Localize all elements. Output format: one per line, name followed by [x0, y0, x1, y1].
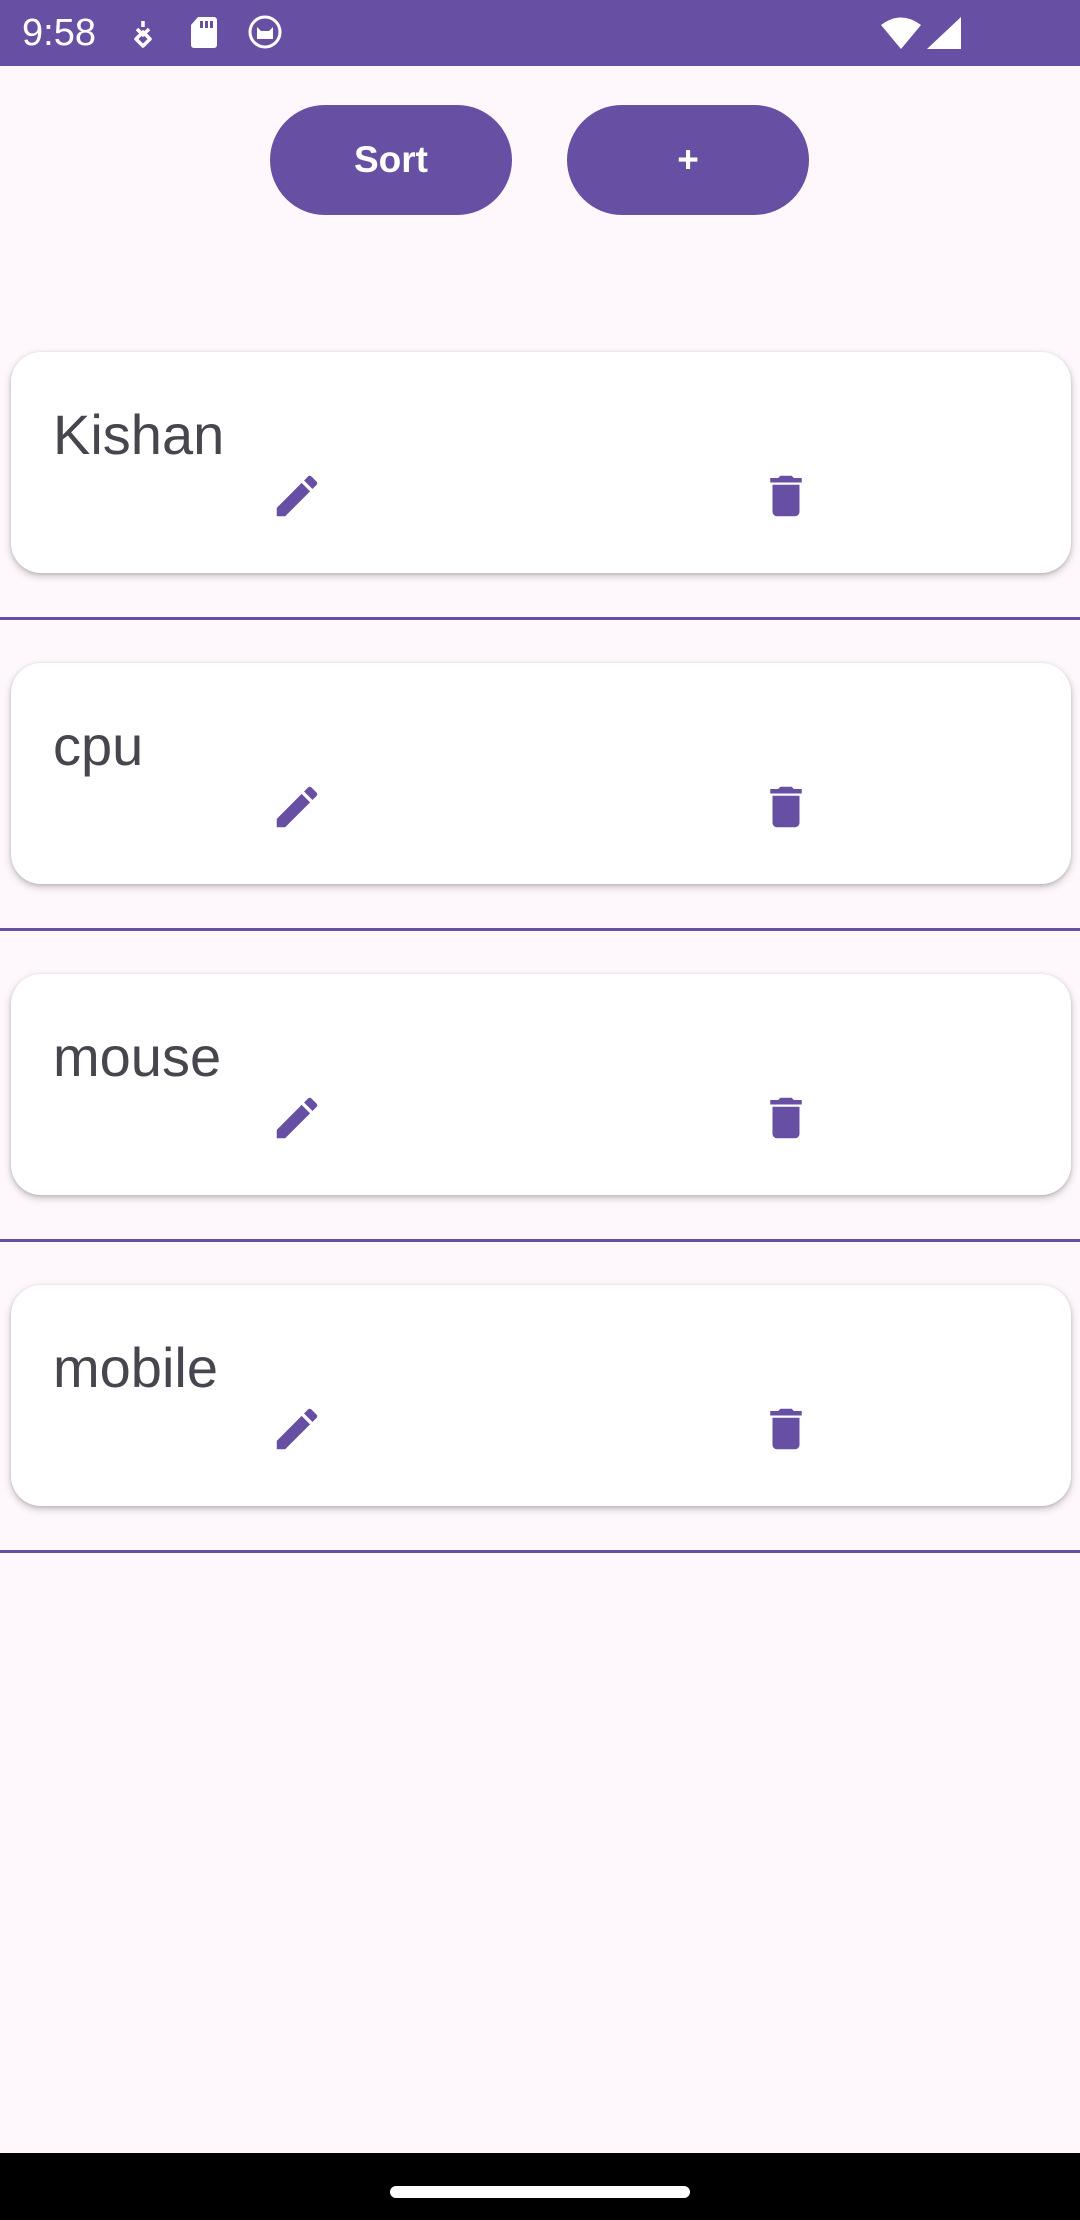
delete-icon[interactable] [754, 464, 818, 528]
gesture-icon [128, 17, 158, 54]
status-time: 9:58 [22, 12, 96, 54]
add-button[interactable]: + [567, 105, 809, 215]
cat-icon [248, 15, 282, 54]
list-item: Kishan [0, 352, 1080, 663]
sort-button[interactable]: Sort [270, 105, 512, 215]
wifi-icon [880, 16, 922, 55]
delete-icon[interactable] [754, 775, 818, 839]
edit-icon[interactable] [265, 775, 329, 839]
item-divider [0, 928, 1080, 931]
item-name: mobile [53, 1336, 218, 1399]
item-name: cpu [53, 714, 144, 777]
edit-icon[interactable] [265, 1086, 329, 1150]
item-name: mouse [53, 1025, 222, 1088]
delete-icon[interactable] [754, 1086, 818, 1150]
list-item: mouse [0, 974, 1080, 1285]
list-item: mobile [0, 1285, 1080, 1596]
delete-icon[interactable] [754, 1397, 818, 1461]
sd-card-icon [190, 15, 218, 54]
list-item: cpu [0, 663, 1080, 974]
item-card: mouse [11, 974, 1071, 1195]
edit-icon[interactable] [265, 1397, 329, 1461]
item-card: mobile [11, 1285, 1071, 1506]
item-card: cpu [11, 663, 1071, 884]
status-bar: 9:58 [0, 0, 1080, 66]
item-card: Kishan [11, 352, 1071, 573]
signal-icon [926, 16, 962, 55]
home-gesture-handle[interactable] [390, 2186, 690, 2198]
item-divider [0, 617, 1080, 620]
edit-icon[interactable] [265, 464, 329, 528]
item-name: Kishan [53, 403, 225, 466]
item-divider [0, 1239, 1080, 1242]
item-divider [0, 1550, 1080, 1553]
